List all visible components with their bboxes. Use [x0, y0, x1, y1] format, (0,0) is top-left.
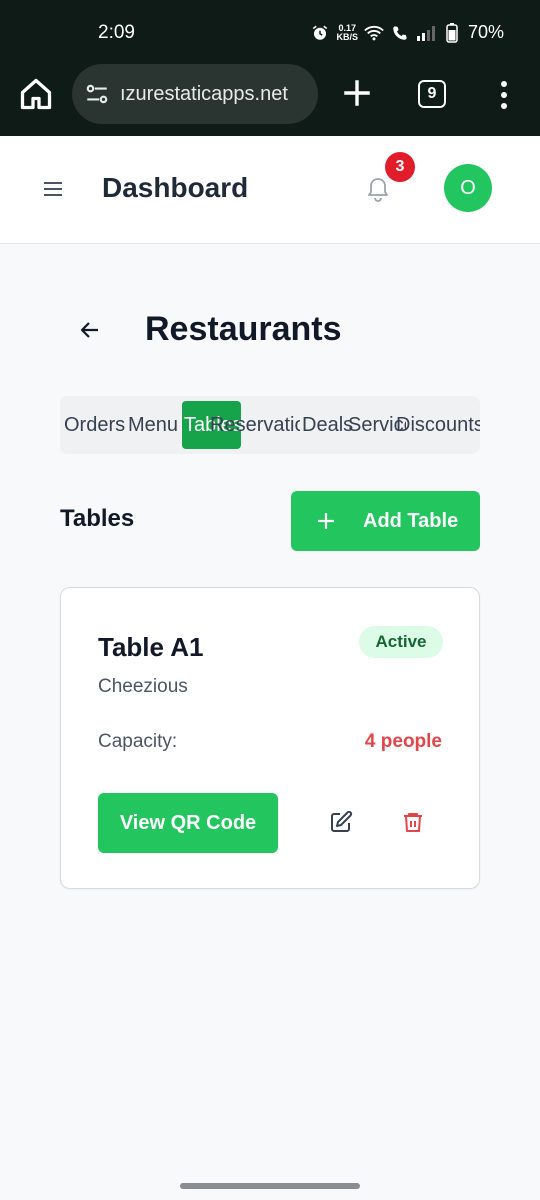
back-arrow-icon[interactable] — [78, 318, 102, 342]
more-vert-icon[interactable] — [492, 78, 516, 112]
tab-menu[interactable]: Menu — [128, 401, 184, 449]
app-header: Dashboard 3 O — [0, 136, 540, 244]
page-title: Dashboard — [102, 172, 249, 203]
capacity-value: 4 people — [364, 731, 442, 752]
tab-count-button[interactable]: 9 — [418, 80, 446, 108]
plus-icon — [317, 512, 335, 530]
table-name: Table A1 — [98, 632, 204, 662]
tab-discounts[interactable]: Discounts — [396, 401, 480, 449]
add-table-button[interactable]: Add Table — [291, 491, 480, 551]
tab-strip: Orders Menu Tables Reservations Deals Se… — [60, 396, 480, 454]
battery-icon — [442, 22, 462, 43]
browser-chrome: 2:09 0.17 KB/S 70% ızurestaticapps.net 9 — [0, 0, 540, 136]
add-table-label: Add Table — [363, 509, 459, 532]
browser-toolbar: ızurestaticapps.net 9 — [0, 64, 540, 136]
url-bar[interactable]: ızurestaticapps.net — [72, 64, 318, 124]
capacity-label: Capacity: — [98, 731, 178, 752]
status-icons: 0.17 KB/S 70% — [310, 22, 504, 43]
alarm-icon — [310, 24, 330, 42]
gesture-bar[interactable] — [180, 1183, 360, 1189]
section-title: Restaurants — [145, 310, 342, 348]
battery-percent: 70% — [467, 22, 504, 42]
restaurant-name: Cheezious — [98, 676, 188, 697]
net-speed: 0.17 KB/S — [336, 23, 358, 42]
avatar[interactable]: O — [444, 164, 492, 212]
view-qr-code-button[interactable]: View QR Code — [98, 793, 278, 853]
home-icon[interactable] — [18, 76, 54, 112]
edit-icon[interactable] — [329, 810, 353, 834]
bell-icon[interactable] — [366, 176, 390, 204]
tune-icon[interactable] — [84, 81, 110, 107]
wifi-calling-icon — [390, 24, 410, 42]
signal-icon — [416, 24, 436, 42]
plus-icon[interactable] — [340, 76, 374, 110]
net-speed-unit: KB/S — [336, 31, 358, 42]
status-bar: 2:09 0.17 KB/S 70% — [0, 0, 540, 64]
tab-orders[interactable]: Orders — [64, 401, 128, 449]
url-text: ızurestaticapps.net — [120, 82, 288, 105]
hamburger-icon[interactable] — [42, 179, 64, 199]
status-time: 2:09 — [98, 22, 135, 43]
tables-heading: Tables — [60, 505, 135, 532]
tab-reservations[interactable]: Reservations — [210, 401, 300, 449]
tab-deals[interactable]: Deals — [302, 401, 354, 449]
notification-badge[interactable]: 3 — [385, 152, 415, 182]
wifi-icon — [364, 24, 384, 42]
status-badge: Active — [359, 626, 443, 658]
table-card: Table A1 Active Cheezious Capacity: 4 pe… — [60, 587, 480, 889]
trash-icon[interactable] — [401, 810, 425, 834]
